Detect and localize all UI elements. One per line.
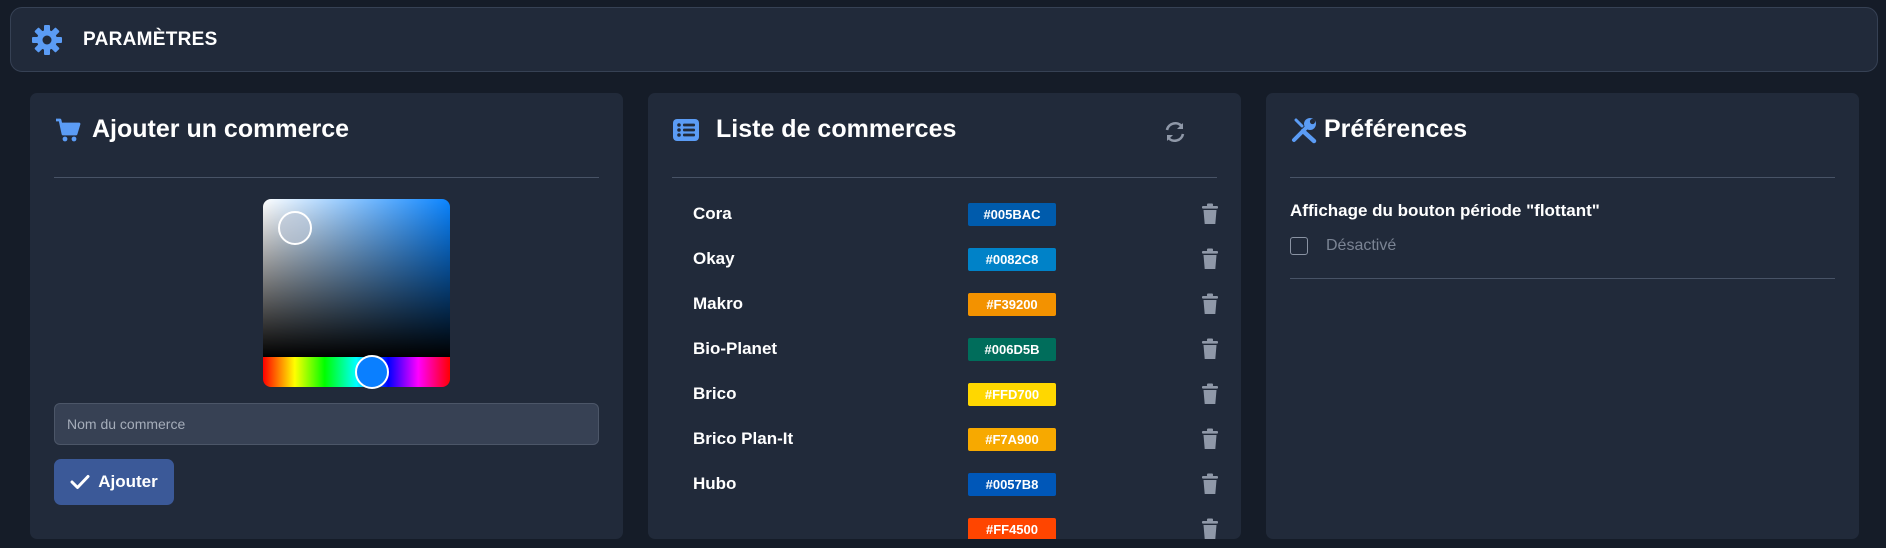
trash-icon[interactable] (1201, 338, 1219, 360)
commerce-name: Cora (693, 204, 732, 223)
preferences-panel: Préférences Affichage du bouton période … (1266, 93, 1859, 539)
commerce-color-badge: #0057B8 (968, 473, 1056, 496)
trash-icon[interactable] (1201, 383, 1219, 405)
commerce-color-badge: #005BAC (968, 203, 1056, 226)
divider (1290, 177, 1835, 178)
commerce-color-badge: #006D5B (968, 338, 1056, 361)
refresh-icon[interactable] (1162, 119, 1188, 145)
add-button-label: Ajouter (98, 472, 158, 491)
floating-button-state: Désactivé (1326, 237, 1397, 254)
add-commerce-panel: Ajouter un commerce Ajouter (30, 93, 623, 539)
list-icon (673, 118, 699, 141)
trash-icon[interactable] (1201, 428, 1219, 450)
commerce-row: Okay #0082C8 (693, 240, 1218, 278)
trash-icon[interactable] (1201, 248, 1219, 270)
add-commerce-title: Ajouter un commerce (92, 115, 350, 143)
commerce-color-badge: #FFD700 (968, 383, 1056, 406)
preferences-title: Préférences (1324, 115, 1468, 143)
commerce-list-title: Liste de commerces (716, 115, 957, 143)
tools-icon (1292, 117, 1317, 143)
commerce-name-input[interactable] (54, 403, 599, 445)
hue-handle[interactable] (355, 355, 389, 389)
trash-icon[interactable] (1201, 293, 1219, 315)
commerce-list-panel: Liste de commerces Cora #005BAC Okay #0082C… (648, 93, 1241, 539)
trash-icon[interactable] (1201, 473, 1219, 495)
commerce-color-badge: #FF4500 (968, 518, 1056, 539)
commerce-row: Cora #005BAC (693, 195, 1218, 233)
commerce-row: Brico #FFD700 (693, 375, 1218, 413)
floating-button-checkbox[interactable] (1290, 237, 1308, 255)
commerce-name: Brico (693, 384, 737, 403)
commerce-name: Hubo (693, 474, 737, 493)
commerce-color-badge: #0082C8 (968, 248, 1056, 271)
commerce-name: Bio-Planet (693, 339, 778, 358)
commerce-row: Hubo #0057B8 (693, 465, 1218, 503)
commerce-row: #FF4500 (693, 510, 1218, 539)
floating-button-option-label: Affichage du bouton période "flottant" (1290, 201, 1600, 220)
saturation-handle[interactable] (278, 211, 312, 245)
commerce-name: Makro (693, 294, 744, 313)
commerce-name: Okay (693, 249, 735, 268)
commerce-row: Makro #F39200 (693, 285, 1218, 323)
commerce-row: Brico Plan-It #F7A900 (693, 420, 1218, 458)
commerce-row: Bio-Planet #006D5B (693, 330, 1218, 368)
commerce-color-badge: #F7A900 (968, 428, 1056, 451)
add-button[interactable]: Ajouter (54, 459, 174, 505)
divider (1290, 278, 1835, 279)
settings-header: PARAMÈTRES (10, 7, 1878, 72)
trash-icon[interactable] (1201, 203, 1219, 225)
shopping-cart-icon (56, 118, 81, 141)
gear-icon (32, 24, 62, 55)
check-icon (70, 475, 90, 489)
divider (54, 177, 599, 178)
commerce-color-badge: #F39200 (968, 293, 1056, 316)
page-title: PARAMÈTRES (83, 28, 218, 50)
commerce-name: Brico Plan-It (693, 429, 794, 448)
divider (672, 177, 1217, 178)
trash-icon[interactable] (1201, 518, 1219, 539)
